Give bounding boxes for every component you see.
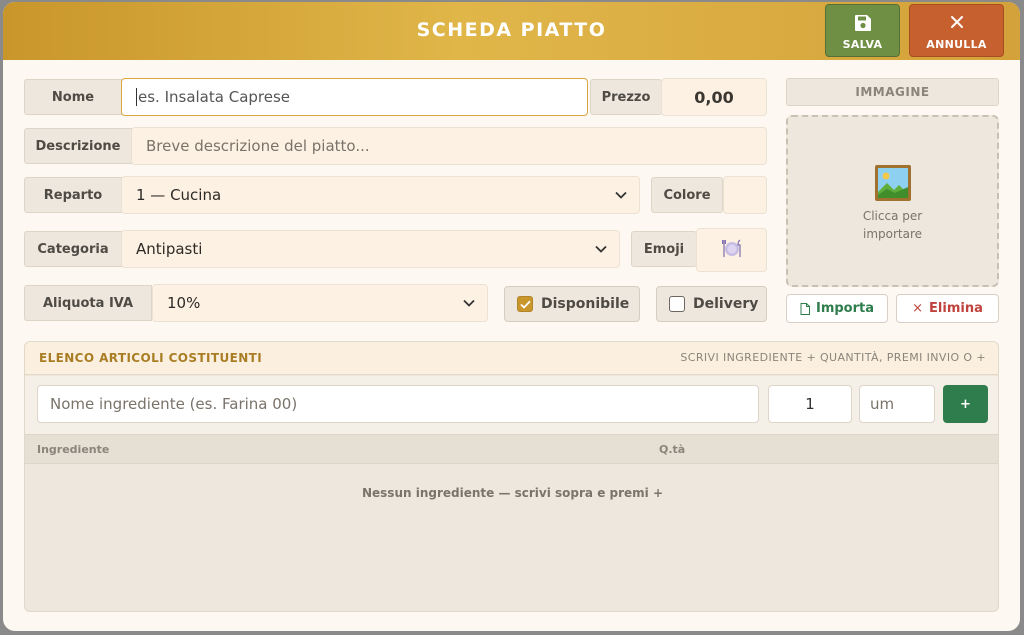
ingredient-name-input[interactable]: Nome ingrediente (es. Farina 00) [37,385,759,423]
ingredients-title: ELENCO ARTICOLI COSTITUENTI [39,351,263,365]
ingredients-empty-message: Nessun ingrediente — scrivi sopra e prem… [361,486,664,500]
category-select[interactable]: Antipasti [121,230,620,268]
emoji-picker[interactable] [696,228,767,272]
available-checkbox[interactable] [517,296,533,312]
vat-label: Aliquota IVA [24,285,152,321]
picture-icon [788,164,997,206]
save-label: SALVA [842,38,883,51]
image-dropzone[interactable]: Clicca per importare [786,115,999,287]
col-qty: Q.tà [659,443,686,456]
fork-knife-plate-icon [721,237,743,263]
name-input[interactable]: es. Insalata Caprese [121,78,588,116]
file-icon [800,302,810,315]
dropzone-text-1: Clicca per [862,209,923,223]
text-cursor [136,88,137,106]
save-button[interactable]: SALVA [825,4,900,57]
close-icon [910,14,1003,34]
department-value: 1 — Cucina [136,186,222,204]
chevron-down-icon [615,188,629,202]
delete-image-button[interactable]: × Elimina [896,294,999,323]
dialog-header: SCHEDA PIATTO SALVA ANNULLA [3,2,1020,60]
cancel-button[interactable]: ANNULLA [909,4,1004,57]
delivery-label: Delivery [693,296,759,312]
ingredients-header: ELENCO ARTICOLI COSTITUENTI SCRIVI INGRE… [25,342,998,375]
save-icon [826,14,899,34]
dropzone-text-2: importare [862,227,923,241]
close-icon: × [912,301,924,316]
color-label: Colore [651,177,723,213]
vat-select[interactable]: 10% [152,284,488,322]
delivery-checkbox[interactable] [669,296,685,312]
category-value: Antipasti [136,240,203,258]
available-label: Disponibile [541,296,630,312]
description-label: Descrizione [24,128,132,164]
category-label: Categoria [24,231,122,267]
description-input[interactable]: Breve descrizione del piatto... [131,127,767,165]
ingredients-hint: SCRIVI INGREDIENTE + QUANTITÀ, PREMI INV… [680,351,986,364]
price-label: Prezzo [590,79,662,115]
cancel-label: ANNULLA [926,38,987,51]
name-placeholder: es. Insalata Caprese [138,88,291,106]
import-label: Importa [815,301,875,316]
delete-label: Elimina [929,301,983,316]
col-ingredient: Ingrediente [37,443,110,456]
ingredient-unit-input[interactable]: um [859,385,935,423]
delivery-toggle[interactable]: Delivery [656,286,767,322]
price-input[interactable]: 0,00 [661,78,767,116]
available-toggle[interactable]: Disponibile [504,286,640,322]
dish-dialog: SCHEDA PIATTO SALVA ANNULLA Nome es. Ins… [3,2,1020,631]
ingredients-section: ELENCO ARTICOLI COSTITUENTI SCRIVI INGRE… [24,341,999,612]
ingredients-table-header: Ingrediente Q.tà [25,434,998,464]
department-select[interactable]: 1 — Cucina [121,176,640,214]
department-label: Reparto [24,177,122,213]
add-ingredient-button[interactable]: + [943,385,988,423]
import-image-button[interactable]: Importa [786,294,888,323]
color-picker[interactable] [723,176,767,214]
chevron-down-icon [595,242,609,256]
name-label: Nome [24,79,122,115]
vat-value: 10% [167,294,201,312]
ingredient-qty-input[interactable]: 1 [768,385,852,423]
chevron-down-icon [463,296,477,310]
image-label: IMMAGINE [786,78,999,106]
emoji-label: Emoji [631,231,697,267]
ingredient-entry-row: Nome ingrediente (es. Farina 00) 1 um + [25,376,998,434]
